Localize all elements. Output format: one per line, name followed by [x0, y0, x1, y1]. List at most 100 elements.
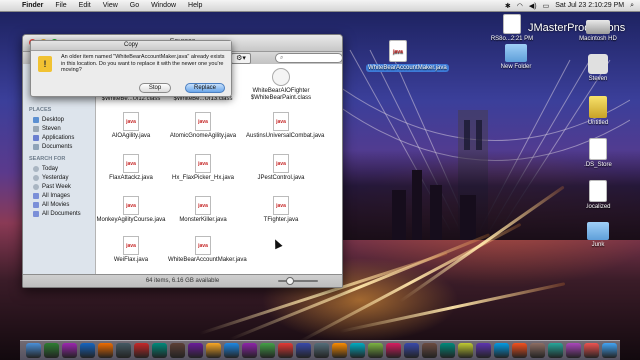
desktop-icon-junk[interactable]: Junk: [568, 222, 628, 248]
sidebar-item-all-movies[interactable]: All Movies: [23, 200, 95, 209]
dock-app-icon[interactable]: [440, 343, 455, 358]
file-item[interactable]: WhiteBearAIOFighter $WhiteBearPaint.clas…: [241, 68, 321, 102]
dock-app-icon[interactable]: [314, 343, 329, 358]
dock-app-icon[interactable]: [98, 343, 113, 358]
dock-app-icon[interactable]: [368, 343, 383, 358]
dialog-title: Copy: [31, 41, 231, 51]
spotlight-icon[interactable]: ⌕: [630, 2, 634, 10]
file-item[interactable]: java Hx_FlaxPicker_Hx.java: [168, 154, 238, 182]
dock-app-icon[interactable]: [494, 343, 509, 358]
battery-icon[interactable]: ▭: [543, 2, 550, 10]
dock-app-icon[interactable]: [260, 343, 275, 358]
dock-app-icon[interactable]: [152, 343, 167, 358]
dock-app-icon[interactable]: [44, 343, 59, 358]
desktop-icon-label: Untitled: [587, 120, 609, 126]
desktop-icon-localized[interactable]: .localized: [568, 180, 628, 210]
dock-app-icon[interactable]: [548, 343, 563, 358]
dock-app-icon[interactable]: [242, 343, 257, 358]
java-badge: java: [198, 203, 208, 209]
menu-help[interactable]: Help: [182, 2, 208, 9]
dock-app-icon[interactable]: [530, 343, 545, 358]
file-item[interactable]: java JPestControl.java: [246, 154, 316, 182]
file-item[interactable]: java TFighter.java: [246, 196, 316, 224]
dock-app-icon[interactable]: [422, 343, 437, 358]
home-icon: [588, 54, 608, 74]
desktop-icon-ds-store[interactable]: .DS_Store: [568, 138, 628, 168]
action-gear-icon[interactable]: ⚙▾: [231, 53, 251, 64]
dock-app-icon[interactable]: [458, 343, 473, 358]
sidebar-item-documents[interactable]: Documents: [23, 142, 95, 151]
volume-icon[interactable]: ◀): [529, 2, 537, 10]
sidebar-item-today[interactable]: Today: [23, 164, 95, 173]
sidebar-item-label: All Movies: [42, 201, 70, 208]
dock-app-icon[interactable]: [332, 343, 347, 358]
dock-app-icon[interactable]: [386, 343, 401, 358]
sidebar-item-past-week[interactable]: Past Week: [23, 182, 95, 191]
desktop-icon-whitebear-java[interactable]: java WhiteBearAccountMaker.java: [366, 40, 449, 72]
desktop-icon-label: .localized: [585, 204, 611, 210]
dock-app-icon[interactable]: [512, 343, 527, 358]
dialog-message: An older item named "WhiteBearAccountMak…: [61, 54, 225, 73]
sidebar-item-desktop[interactable]: Desktop: [23, 115, 95, 124]
sidebar-item-label: Today: [42, 165, 59, 172]
sidebar-item-label: Documents: [42, 143, 73, 150]
dock-app-icon[interactable]: [188, 343, 203, 358]
dock-app-icon[interactable]: [602, 343, 617, 358]
file-item[interactable]: java MonkeyAgilityCourse.java: [96, 196, 166, 224]
menu-finder[interactable]: Finder: [16, 2, 49, 9]
sidebar-item-applications[interactable]: Applications: [23, 133, 95, 142]
file-item[interactable]: java AustinsUniversalCombat.java: [246, 112, 324, 140]
desktop-icon-macintosh-hd[interactable]: Macintosh HD: [568, 14, 628, 42]
clock-icon: [33, 183, 39, 190]
dock-app-icon[interactable]: [404, 343, 419, 358]
file-item[interactable]: $WhiteBe...UI13.class: [168, 96, 238, 103]
menu-window[interactable]: Window: [145, 2, 182, 9]
menu-file[interactable]: File: [49, 2, 72, 9]
file-item[interactable]: java WeiFlax.java: [96, 236, 166, 264]
dock-app-icon[interactable]: [350, 343, 365, 358]
dock-app-icon[interactable]: [296, 343, 311, 358]
stop-button[interactable]: Stop: [139, 83, 171, 93]
file-item[interactable]: java WhiteBearAccountMaker.java: [168, 236, 247, 264]
file-item[interactable]: $WhiteBe...Ui12.class: [96, 96, 166, 103]
menu-clock[interactable]: Sat Jul 23 2:10:29 PM: [555, 2, 624, 9]
file-item[interactable]: java AIOAgility.java: [96, 112, 166, 140]
file-item[interactable]: java AtomicGnomeAgility.java: [168, 112, 238, 140]
file-item[interactable]: java FlaxAttackz.java: [96, 154, 166, 182]
java-file-icon: java: [123, 112, 139, 131]
sidebar-item-all-documents[interactable]: All Documents: [23, 209, 95, 218]
java-badge: java: [126, 203, 136, 209]
dock-app-icon[interactable]: [62, 343, 77, 358]
menu-edit[interactable]: Edit: [73, 2, 97, 9]
dock-app-icon[interactable]: [206, 343, 221, 358]
menu-view[interactable]: View: [97, 2, 124, 9]
sidebar-item-all-images[interactable]: All Images: [23, 191, 95, 200]
icon-size-slider[interactable]: [278, 277, 318, 285]
dock-app-icon[interactable]: [584, 343, 599, 358]
search-input[interactable]: ⌕: [275, 53, 342, 63]
dock-app-icon[interactable]: [26, 343, 41, 358]
dock-app-icon[interactable]: [278, 343, 293, 358]
sidebar-item-steven[interactable]: Steven: [23, 124, 95, 133]
document-icon: [589, 180, 607, 202]
desktop-icon-file[interactable]: RS8o...2:21 PM: [482, 14, 542, 42]
desktop-icon-steven[interactable]: Steven: [568, 54, 628, 82]
dock-app-icon[interactable]: [116, 343, 131, 358]
java-badge: java: [276, 119, 286, 125]
dock-app-icon[interactable]: [224, 343, 239, 358]
bluetooth-icon[interactable]: ✱: [505, 2, 511, 10]
dock-app-icon[interactable]: [476, 343, 491, 358]
desktop-icon-new-folder[interactable]: New Folder: [486, 44, 546, 70]
smart-folder-icon: [33, 210, 39, 217]
replace-button[interactable]: Replace: [185, 83, 225, 93]
dock-app-icon[interactable]: [566, 343, 581, 358]
desktop-icon-untitled[interactable]: Untitled: [568, 96, 628, 126]
dock-app-icon[interactable]: [170, 343, 185, 358]
dock-app-icon[interactable]: [80, 343, 95, 358]
dock-app-icon[interactable]: [134, 343, 149, 358]
clock-icon: [33, 174, 39, 181]
menu-go[interactable]: Go: [124, 2, 145, 9]
file-item[interactable]: java MonsterKiller.java: [168, 196, 238, 224]
sidebar-item-yesterday[interactable]: Yesterday: [23, 173, 95, 182]
wifi-icon[interactable]: ◠: [517, 2, 523, 10]
